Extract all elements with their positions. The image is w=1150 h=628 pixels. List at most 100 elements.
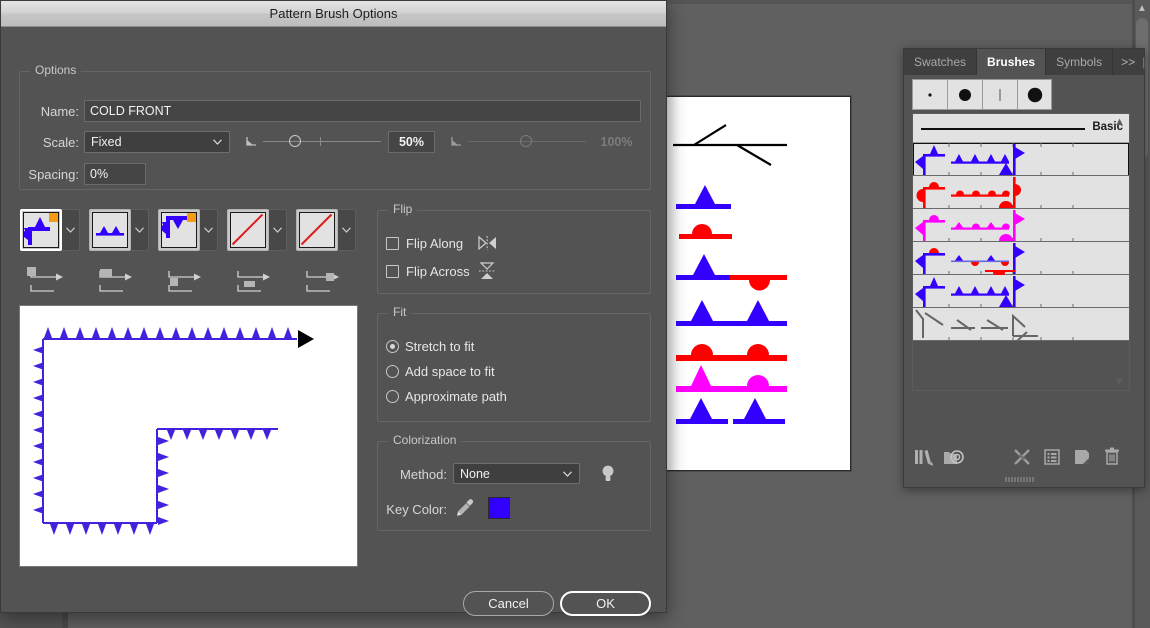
spacing-input[interactable]: 0% (84, 163, 146, 185)
brushes-list[interactable]: Basic (912, 113, 1130, 391)
tile-end-button[interactable] (296, 209, 338, 251)
brush-row-cold-front-blue-alt[interactable] (913, 275, 1129, 308)
method-label: Method: (400, 467, 447, 482)
colorization-group-label: Colorization (388, 433, 462, 447)
scale-slider-tick (320, 137, 321, 146)
scale-select-value: Fixed (91, 135, 122, 149)
ok-button-label: OK (596, 596, 615, 611)
symbol-cold-front-single-blue (676, 185, 731, 209)
tab-symbols-label: Symbols (1056, 55, 1103, 69)
tile-side-button[interactable] (89, 209, 131, 251)
tile-outer-corner-thumb (23, 212, 59, 248)
tips-lightbulb-icon[interactable] (600, 464, 616, 484)
brush-row-cold-front-blue[interactable] (913, 143, 1129, 176)
scale-secondary-slider-knob (520, 135, 532, 147)
delete-brush-icon[interactable] (1100, 446, 1124, 468)
brush-row-warm-front-red[interactable] (913, 176, 1129, 209)
name-input-value: COLD FRONT (90, 104, 172, 118)
options-group-label: Options (30, 63, 82, 77)
preset-brushes-row (912, 79, 1052, 110)
tile-inner-corner-button[interactable] (158, 209, 200, 251)
symbol-warm-front-double-red (676, 344, 787, 361)
tab-symbols[interactable]: Symbols (1046, 49, 1114, 75)
artboard-symbols (673, 124, 787, 424)
dialog-titlebar[interactable]: Pattern Brush Options (1, 1, 666, 27)
tile-outer-corner-dropdown[interactable] (62, 209, 80, 251)
new-brush-icon[interactable] (1070, 446, 1094, 468)
fit-add-space-label: Add space to fit (405, 364, 495, 379)
scale-percent-input[interactable]: 50% (388, 131, 435, 153)
fit-approximate-label: Approximate path (405, 389, 507, 404)
panel-resize-grip[interactable] (1004, 476, 1044, 483)
name-input[interactable]: COLD FRONT (84, 100, 641, 122)
tile-indicator-end-icon (306, 271, 339, 292)
tile-modified-badge (49, 213, 58, 222)
pattern-brush-options-dialog: Pattern Brush Options Options Name: COLD… (0, 0, 667, 616)
libraries-icon[interactable] (942, 446, 966, 468)
preset-brush-dot-medium[interactable] (947, 79, 982, 110)
scale-min-icon (246, 137, 256, 146)
eyedropper-icon[interactable] (455, 497, 475, 519)
artboard-canvas[interactable] (665, 96, 851, 471)
brush-preview-pane (19, 305, 358, 567)
flip-across-checkbox[interactable] (386, 265, 399, 278)
scale-slider-knob[interactable] (289, 135, 301, 147)
dialog-body: Options Name: COLD FRONT Scale: Fixed 50… (1, 27, 666, 616)
preset-brush-line-thin[interactable] (982, 79, 1017, 110)
flip-along-checkbox[interactable] (386, 237, 399, 250)
symbol-stationary-front-magenta (676, 365, 787, 392)
tab-swatches[interactable]: Swatches (904, 49, 978, 75)
symbol-occluded-front-blue-red (676, 254, 787, 291)
tile-side-dropdown[interactable] (131, 209, 149, 251)
symbol-cold-front-double-blue (676, 300, 787, 326)
tile-start-dropdown[interactable] (269, 209, 287, 251)
options-of-selected-object-icon[interactable] (1040, 446, 1064, 468)
brush-libraries-icon[interactable] (912, 446, 936, 468)
tile-end-dropdown[interactable] (338, 209, 356, 251)
brush-row-occluded-front[interactable] (913, 242, 1129, 275)
preview-direction-arrow-icon (298, 330, 314, 348)
fit-stretch-radio[interactable] (386, 340, 399, 353)
key-color-swatch[interactable] (488, 497, 510, 519)
tile-indicator-start-icon (237, 271, 270, 292)
scale-secondary-percent: 100% (600, 135, 633, 149)
brushes-panel-toolbar (912, 445, 1130, 469)
preset-brush-dot-small[interactable] (912, 79, 947, 110)
fit-stretch-label: Stretch to fit (405, 339, 475, 354)
tile-start-button[interactable] (227, 209, 269, 251)
tab-swatches-label: Swatches (914, 55, 967, 69)
chevron-down-icon (213, 139, 222, 145)
fit-add-space-radio[interactable] (386, 365, 399, 378)
flip-group-label: Flip (388, 202, 418, 216)
brush-basic-label: Basic (1092, 121, 1123, 133)
scroll-up-arrow-icon[interactable]: ▲ (1136, 3, 1148, 15)
colorization-method-select[interactable]: None (453, 463, 580, 484)
tab-brushes-label: Brushes (987, 55, 1036, 69)
tile-inner-corner-thumb (161, 212, 197, 248)
tile-indicator-outer-corner-icon (27, 267, 63, 292)
panel-overflow-icon[interactable]: >> (1121, 55, 1135, 69)
dot-large-icon (1027, 87, 1042, 102)
remove-brush-stroke-icon[interactable] (1010, 446, 1034, 468)
scale-max-icon (451, 137, 461, 146)
brush-row-warm-front-magenta[interactable] (913, 209, 1129, 242)
scale-slider-track[interactable] (263, 141, 381, 142)
chevron-down-icon (563, 470, 572, 477)
panel-separator: | (1142, 55, 1146, 69)
cancel-button[interactable]: Cancel (463, 591, 554, 616)
fit-approximate-radio[interactable] (386, 390, 399, 403)
colorization-group: Colorization (377, 433, 651, 531)
spacing-label: Spacing: (28, 167, 79, 182)
ok-button[interactable]: OK (560, 591, 651, 616)
brush-row-trough-gray[interactable] (913, 308, 1129, 341)
illustrator-desktop: ▲ Pattern Brush Options Options Name: CO… (0, 0, 1150, 628)
tile-outer-corner-button[interactable] (20, 209, 62, 251)
brush-basic-row[interactable]: Basic (913, 114, 1129, 143)
brush-preview-path (33, 327, 314, 535)
tile-modified-badge (187, 213, 196, 222)
brushes-panel: Swatches Brushes Symbols >> | ☰ (903, 48, 1145, 488)
tile-inner-corner-dropdown[interactable] (200, 209, 218, 251)
preset-brush-dot-large[interactable] (1017, 79, 1052, 110)
tab-brushes[interactable]: Brushes (977, 49, 1047, 75)
scale-select[interactable]: Fixed (84, 131, 230, 153)
